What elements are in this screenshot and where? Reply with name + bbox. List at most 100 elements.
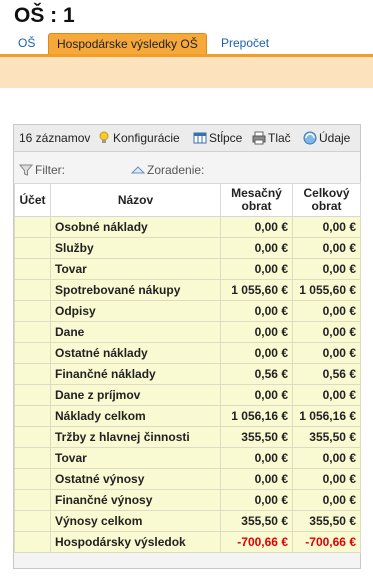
- data-button[interactable]: Údaje: [303, 131, 350, 145]
- name-cell: Ostatné náklady: [50, 342, 221, 364]
- account-cell: [14, 300, 51, 322]
- name-cell: Odpisy: [50, 300, 221, 322]
- table-row[interactable]: Hospodársky výsledok -700,66 € -700,66 €: [14, 531, 361, 553]
- name-cell: Výnosy celkom: [50, 510, 221, 532]
- monthly-cell: 0,00 €: [220, 237, 293, 259]
- tab-content-band: [0, 54, 373, 88]
- account-cell: [14, 342, 51, 364]
- table-row[interactable]: Osobné náklady 0,00 €0,00 €: [14, 216, 361, 238]
- account-cell: [14, 405, 51, 427]
- total-cell: 0,00 €: [292, 342, 361, 364]
- tab-prepocet[interactable]: Prepočet: [221, 33, 269, 53]
- monthly-cell: 0,00 €: [220, 216, 293, 238]
- printer-icon: [252, 131, 266, 145]
- record-count: 16 záznamov: [19, 131, 91, 145]
- sort-label: Zoradenie:: [147, 163, 205, 177]
- monthly-cell: 0,00 €: [220, 321, 293, 343]
- tab-os[interactable]: OŠ: [18, 33, 35, 53]
- column-header-name[interactable]: Názov: [50, 183, 221, 217]
- filter-button[interactable]: Filter:: [19, 163, 65, 177]
- total-cell: 1 056,16 €: [292, 405, 361, 427]
- tab-bar: OŠ Hospodárske výsledky OŠ Prepočet: [0, 33, 373, 54]
- monthly-cell: 0,00 €: [220, 342, 293, 364]
- data-label: Údaje: [319, 131, 351, 145]
- monthly-cell: 0,00 €: [220, 258, 293, 280]
- monthly-cell: 1 056,16 €: [220, 405, 293, 427]
- filter-label: Filter:: [35, 163, 65, 177]
- monthly-cell: 355,50 €: [220, 510, 293, 532]
- monthly-cell: 0,00 €: [220, 489, 293, 511]
- column-header-account[interactable]: Účet: [14, 183, 51, 217]
- monthly-cell: 1 055,60 €: [220, 279, 293, 301]
- total-cell: 355,50 €: [292, 510, 361, 532]
- name-cell: Ostatné výnosy: [50, 468, 221, 490]
- columns-label: Stĺpce: [209, 131, 243, 145]
- name-cell: Dane z príjmov: [50, 384, 221, 406]
- grid-toolbar: 16 záznamov Konfigurácie Stĺpce Tlač Úda…: [14, 125, 360, 152]
- table-row[interactable]: Ostatné náklady 0,00 €0,00 €: [14, 342, 361, 364]
- total-cell: 1 055,60 €: [292, 279, 361, 301]
- total-cell: 0,00 €: [292, 258, 361, 280]
- monthly-cell: 0,00 €: [220, 447, 293, 469]
- table-row[interactable]: Výnosy celkom 355,50 €355,50 €: [14, 510, 361, 532]
- account-cell: [14, 531, 51, 553]
- results-panel: 16 záznamov Konfigurácie Stĺpce Tlač Úda…: [13, 124, 361, 569]
- name-cell: Tovar: [50, 258, 221, 280]
- monthly-cell: -700,66 €: [220, 531, 293, 553]
- name-cell: Hospodársky výsledok: [50, 531, 221, 553]
- account-cell: [14, 489, 51, 511]
- table-row[interactable]: Tovar 0,00 €0,00 €: [14, 447, 361, 469]
- account-cell: [14, 510, 51, 532]
- name-cell: Tovar: [50, 447, 221, 469]
- monthly-cell: 0,00 €: [220, 468, 293, 490]
- table-row[interactable]: Dane 0,00 €0,00 €: [14, 321, 361, 343]
- total-cell: 0,00 €: [292, 321, 361, 343]
- account-cell: [14, 426, 51, 448]
- sort-button[interactable]: Zoradenie:: [131, 163, 204, 177]
- page-title: OŠ : 1: [14, 4, 75, 27]
- total-cell: 0,56 €: [292, 363, 361, 385]
- total-cell: 0,00 €: [292, 216, 361, 238]
- total-cell: 0,00 €: [292, 489, 361, 511]
- name-cell: Služby: [50, 237, 221, 259]
- total-cell: 0,00 €: [292, 384, 361, 406]
- monthly-cell: 0,00 €: [220, 300, 293, 322]
- table-row[interactable]: Ostatné výnosy 0,00 €0,00 €: [14, 468, 361, 490]
- columns-icon: [193, 132, 207, 144]
- columns-button[interactable]: Stĺpce: [193, 131, 242, 145]
- funnel-icon: [19, 164, 33, 176]
- account-cell: [14, 258, 51, 280]
- name-cell: Osobné náklady: [50, 216, 221, 238]
- column-header-total[interactable]: Celkový obrat: [292, 183, 361, 217]
- name-cell: Tržby z hlavnej činnosti: [50, 426, 221, 448]
- monthly-cell: 0,56 €: [220, 363, 293, 385]
- table-row[interactable]: Finančné výnosy 0,00 €0,00 €: [14, 489, 361, 511]
- monthly-cell: 0,00 €: [220, 384, 293, 406]
- data-icon: [303, 131, 317, 145]
- name-cell: Náklady celkom: [50, 405, 221, 427]
- lightbulb-icon: [99, 131, 109, 143]
- name-cell: Dane: [50, 321, 221, 343]
- table-row[interactable]: Finančné náklady 0,56 €0,56 €: [14, 363, 361, 385]
- tab-hospodarske-vysledky[interactable]: Hospodárske výsledky OŠ: [48, 33, 207, 54]
- configurations-button[interactable]: Konfigurácie: [97, 131, 180, 145]
- account-cell: [14, 216, 51, 238]
- total-cell: 355,50 €: [292, 426, 361, 448]
- print-button[interactable]: Tlač: [252, 131, 291, 145]
- table-row[interactable]: Náklady celkom 1 056,16 €1 056,16 €: [14, 405, 361, 427]
- table-row[interactable]: Tržby z hlavnej činnosti 355,50 €355,50 €: [14, 426, 361, 448]
- column-header-monthly[interactable]: Mesačný obrat: [220, 183, 293, 217]
- account-cell: [14, 384, 51, 406]
- name-cell: Spotrebované nákupy: [50, 279, 221, 301]
- table-row[interactable]: Dane z príjmov 0,00 €0,00 €: [14, 384, 361, 406]
- table-row[interactable]: Odpisy 0,00 €0,00 €: [14, 300, 361, 322]
- name-cell: Finančné výnosy: [50, 489, 221, 511]
- table-row[interactable]: Služby 0,00 €0,00 €: [14, 237, 361, 259]
- total-cell: 0,00 €: [292, 237, 361, 259]
- sort-icon: [131, 166, 145, 174]
- table-row[interactable]: Tovar 0,00 €0,00 €: [14, 258, 361, 280]
- total-cell: 0,00 €: [292, 468, 361, 490]
- account-cell: [14, 447, 51, 469]
- table-row[interactable]: Spotrebované nákupy 1 055,60 €1 055,60 €: [14, 279, 361, 301]
- account-cell: [14, 321, 51, 343]
